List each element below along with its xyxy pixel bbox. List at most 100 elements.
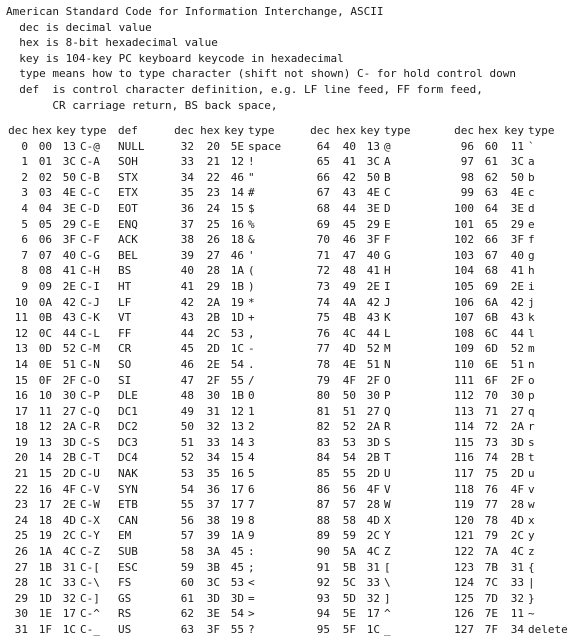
type-cell: d [528,201,535,215]
dec-cell: 116 [454,451,474,465]
type-cell: W [384,498,391,512]
hex-cell: 41 [342,155,356,169]
type-cell: 8 [248,513,255,527]
key-cell: 2F [510,373,524,387]
table-row: 117 75 2D u [442,466,568,482]
dec-cell: 100 [454,201,474,215]
table-row: 68 44 3E D [306,201,418,217]
type-cell: 9 [248,529,255,543]
dec-cell: 98 [460,170,474,184]
table-row: 32 20 5E space [170,139,282,155]
key-cell: 55 [230,623,244,636]
table-row: 38 26 18 & [170,232,282,248]
hex-header: hex [478,124,498,137]
hex-cell: 63 [484,186,498,200]
hex-cell: 22 [206,170,220,184]
type-cell: 2 [248,420,255,434]
dec-cell: 93 [316,591,330,605]
table-row: 21 15 2D C-U NAK [6,466,152,482]
hex-cell: 54 [342,451,356,465]
type-cell: k [528,311,535,325]
dec-cell: 85 [316,467,330,481]
type-cell: Z [384,545,391,559]
key-cell: 2A [510,420,524,434]
key-cell: 15 [230,201,244,215]
dec-cell: 81 [316,404,330,418]
table-row: 90 5A 4C Z [306,544,418,560]
hex-cell: 7F [484,623,498,636]
type-cell: 3 [248,435,255,449]
dec-cell: 47 [180,373,194,387]
key-cell: 51 [510,357,524,371]
key-cell: 17 [230,498,244,512]
key-cell: 4F [510,482,524,496]
dec-cell: 59 [180,560,194,574]
type-cell: C-K [80,311,100,325]
key-cell: 16 [230,217,244,231]
table-row: 7 07 40 C-G BEL [6,248,152,264]
dec-cell: 73 [316,279,330,293]
key-cell: 3D [510,435,524,449]
hex-cell: 74 [484,451,498,465]
hex-cell: 6B [484,311,498,325]
hex-cell: 6A [484,295,498,309]
key-cell: 3F [62,233,76,247]
key-cell: 4E [510,186,524,200]
type-cell: z [528,545,535,559]
dec-cell: 21 [14,467,28,481]
table-row: 61 3D 3D = [170,591,282,607]
type-cell: # [248,186,255,200]
type-cell: ~ [528,607,535,621]
key-cell: 4F [62,482,76,496]
type-cell: m [528,342,535,356]
hex-cell: 06 [38,233,52,247]
def-cell: SO [118,357,132,371]
key-cell: 53 [230,326,244,340]
hex-cell: 55 [342,467,356,481]
hex-cell: 21 [206,155,220,169]
dec-cell: 5 [21,217,28,231]
type-cell: b [528,170,535,184]
key-cell: 3E [366,201,380,215]
table-row: 81 51 27 Q [306,404,418,420]
def-cell: DC1 [118,404,138,418]
key-cell: 51 [62,357,76,371]
type-cell: V [384,482,391,496]
table-row: 60 3C 53 < [170,575,282,591]
table-row: 40 28 1A ( [170,263,282,279]
key-cell: 11 [510,607,524,621]
table-row: 27 1B 31 C-[ESC [6,560,152,576]
type-cell: H [384,264,391,278]
table-row: 78 4E 51 N [306,357,418,373]
key-cell: 15 [230,451,244,465]
hex-cell: 1B [38,560,52,574]
type-cell: q [528,404,535,418]
hex-cell: 56 [342,482,356,496]
hex-cell: 61 [484,155,498,169]
type-cell: space [248,139,282,153]
type-cell: C-M [80,342,100,356]
hex-cell: 07 [38,248,52,262]
hex-cell: 4B [342,311,356,325]
hex-cell: 08 [38,264,52,278]
key-cell: 2D [62,467,76,481]
table-row: 57 39 1A 9 [170,528,282,544]
type-cell: h [528,264,535,278]
dec-cell: 6 [21,233,28,247]
def-cell: SOH [118,155,138,169]
table-header-row: dec hex key type [170,123,282,139]
type-cell: 4 [248,451,255,465]
type-cell: o [528,373,535,387]
hex-cell: 59 [342,529,356,543]
intro-line: CR carriage return, BS back space, [6,98,278,112]
dec-cell: 61 [180,591,194,605]
type-cell: x [528,513,535,527]
type-cell: i [528,279,535,293]
hex-cell: 4A [342,295,356,309]
table-row: 17 11 27 C-Q DC1 [6,404,152,420]
type-cell: ' [248,248,255,262]
dec-cell: 68 [316,201,330,215]
hex-cell: 01 [38,155,52,169]
key-cell: 32 [62,591,76,605]
table-row: 26 1A 4C C-Z SUB [6,544,152,560]
